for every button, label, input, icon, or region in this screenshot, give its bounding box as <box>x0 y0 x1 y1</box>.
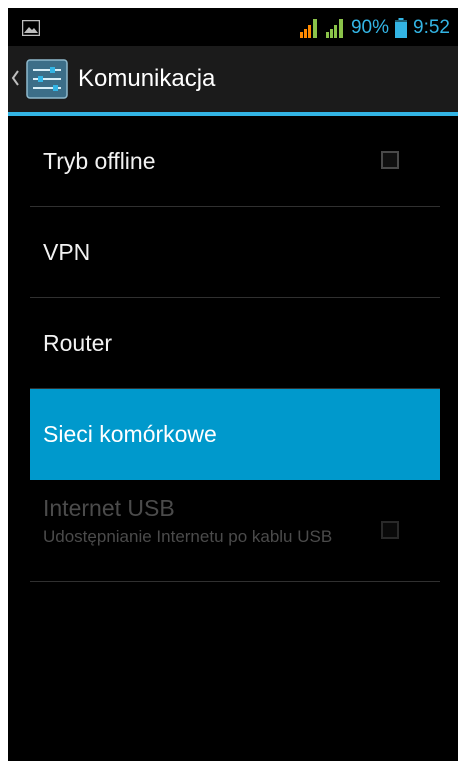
pref-title: Router <box>43 330 113 356</box>
signal-icon <box>299 19 317 38</box>
status-indicators: 90% 9:52 <box>299 16 450 40</box>
pref-summary: Udostępnianie Internetu po kablu USB <box>43 527 333 546</box>
airplane-mode-checkbox[interactable] <box>381 151 399 169</box>
pref-title: Internet USB <box>43 495 175 521</box>
pref-title: VPN <box>43 239 91 265</box>
pref-vpn[interactable]: VPN <box>30 207 440 298</box>
battery-percent: 90% <box>350 17 390 38</box>
pref-title: Sieci komórkowe <box>43 421 217 447</box>
clock: 9:52 <box>413 17 450 38</box>
preference-list: Tryb offline VPN Router Sieci komórkowe … <box>30 116 440 582</box>
action-bar[interactable]: Komunikacja <box>8 46 458 112</box>
phone-screen: 90% 9:52 Komunikacja Tryb offline VPN Ro… <box>8 8 458 761</box>
signal-icon <box>325 19 343 38</box>
settings-sliders-icon[interactable] <box>26 59 68 99</box>
status-bar: 90% 9:52 <box>8 8 458 46</box>
battery-icon <box>395 18 408 38</box>
pref-title: Tryb offline <box>43 148 156 174</box>
pref-router[interactable]: Router <box>30 298 440 389</box>
page-title: Komunikacja <box>78 65 216 92</box>
gallery-icon <box>22 20 40 36</box>
usb-tethering-checkbox <box>381 521 399 539</box>
pref-mobile-networks[interactable]: Sieci komórkowe <box>30 389 440 480</box>
chevron-left-icon[interactable] <box>10 68 20 88</box>
pref-airplane-mode[interactable]: Tryb offline <box>30 116 440 207</box>
pref-usb-tethering: Internet USB Udostępnianie Internetu po … <box>30 480 440 582</box>
